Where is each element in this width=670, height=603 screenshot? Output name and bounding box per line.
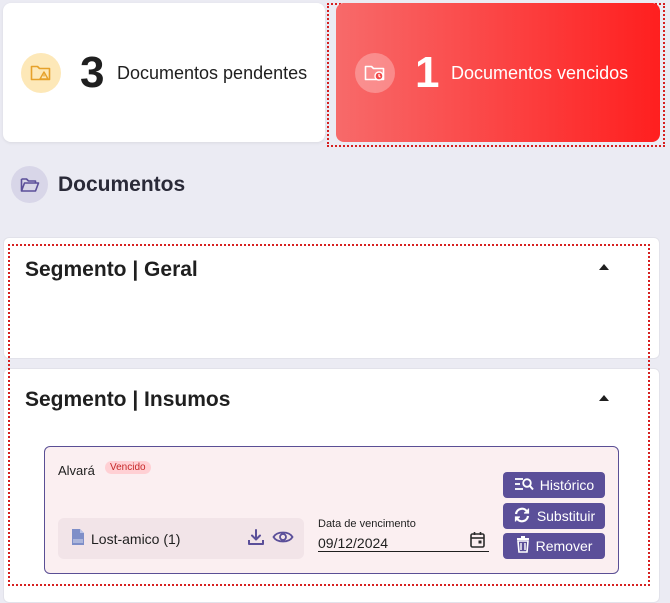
due-date-value: 09/12/2024: [318, 535, 389, 551]
overdue-count: 1: [415, 48, 440, 97]
file-chip: Lost-amico (1): [58, 518, 304, 559]
due-date-field[interactable]: 09/12/2024: [318, 531, 489, 552]
remove-label: Remover: [535, 538, 593, 554]
section-title: Documentos: [58, 172, 186, 196]
eye-icon[interactable]: [272, 529, 294, 550]
trash-icon: [516, 536, 530, 556]
folder-open-icon: [11, 166, 48, 203]
folder-clock-icon: [355, 53, 395, 93]
collapse-caret-icon[interactable]: [599, 264, 609, 270]
png-file-icon: [71, 528, 85, 551]
segment-title: Segmento | Insumos: [25, 388, 231, 411]
due-date-label: Data de vencimento: [318, 518, 416, 530]
calendar-icon[interactable]: [470, 531, 485, 553]
document-card: Alvará Vencido Lost-amico (1) Data de ve…: [44, 446, 619, 574]
segment-title: Segmento | Geral: [25, 258, 198, 281]
segment-geral-panel: Segmento | Geral: [3, 237, 660, 359]
file-name: Lost-amico (1): [91, 531, 181, 547]
document-name: Alvará: [58, 463, 95, 478]
history-label: Histórico: [539, 477, 595, 493]
replace-refresh-icon: [513, 507, 531, 526]
remove-button[interactable]: Remover: [503, 533, 605, 559]
download-icon[interactable]: [247, 528, 265, 551]
folder-warning-icon: [21, 53, 61, 93]
replace-label: Substituir: [536, 508, 596, 524]
collapse-caret-icon[interactable]: [599, 395, 609, 401]
status-badge: Vencido: [105, 461, 151, 474]
pending-count: 3: [80, 48, 105, 97]
history-button[interactable]: Histórico: [503, 472, 605, 498]
documents-section-header: Documentos: [11, 166, 185, 203]
overdue-label: Documentos vencidos: [451, 63, 629, 83]
history-search-icon: [514, 477, 534, 494]
pending-label: Documentos pendentes: [117, 63, 308, 83]
replace-button[interactable]: Substituir: [503, 503, 605, 529]
